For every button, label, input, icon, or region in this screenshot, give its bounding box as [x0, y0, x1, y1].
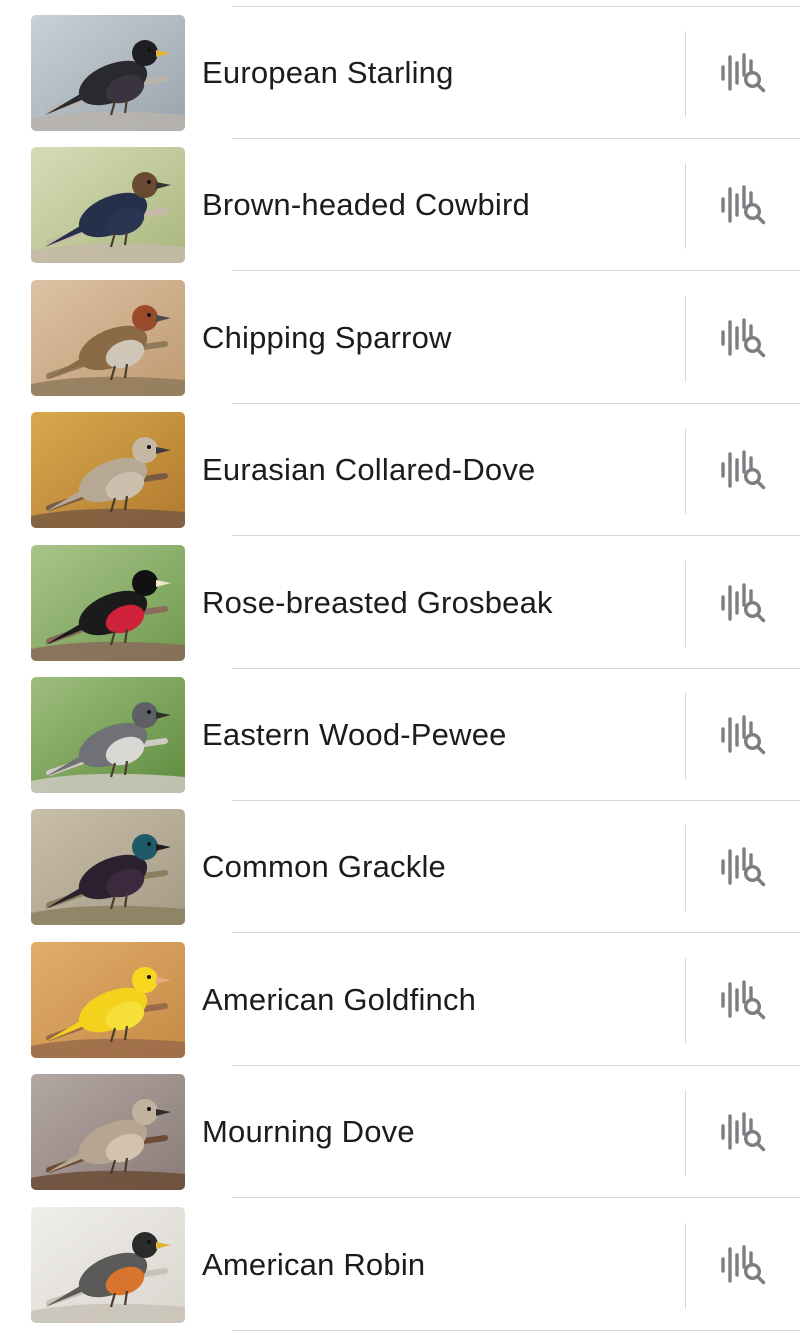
bird-list-item[interactable]: European Starling [0, 7, 800, 139]
bird-list-item[interactable]: American Robin [0, 1199, 800, 1331]
sound-search-button[interactable] [712, 1108, 772, 1156]
bird-photo-illustration [31, 147, 185, 264]
bird-photo [31, 544, 185, 661]
bird-photo-illustration [31, 809, 185, 926]
sound-search-icon [721, 847, 766, 887]
bird-name: American Goldfinch [202, 981, 477, 1017]
bird-list-item[interactable]: Chipping Sparrow [0, 272, 800, 404]
row-vertical-divider [685, 163, 686, 250]
bird-photo [31, 147, 185, 264]
sound-search-icon [721, 1244, 766, 1284]
bird-photo-illustration [31, 1206, 185, 1323]
bird-list-item[interactable]: Eurasian Collared-Dove [0, 404, 800, 537]
bird-list-item[interactable]: Eastern Wood-Pewee [0, 669, 800, 801]
sound-search-icon [721, 450, 766, 490]
bird-name: Eurasian Collared-Dove [202, 452, 536, 488]
bird-name: Brown-headed Cowbird [202, 187, 530, 223]
bird-name: Eastern Wood-Pewee [202, 717, 507, 752]
bird-photo [31, 941, 185, 1058]
bird-list-item[interactable]: Mourning Dove [0, 1066, 800, 1199]
sound-search-icon [721, 185, 766, 225]
bird-photo [31, 1206, 185, 1323]
row-vertical-divider [685, 560, 686, 647]
sound-search-button[interactable] [712, 579, 772, 627]
bird-photo-illustration [31, 279, 185, 396]
sound-search-button[interactable] [712, 1241, 772, 1289]
sound-search-button[interactable] [712, 843, 772, 891]
bird-photo-illustration [31, 544, 185, 661]
row-vertical-divider [685, 957, 686, 1044]
sound-search-icon [721, 318, 766, 357]
row-vertical-divider [685, 1222, 686, 1309]
row-vertical-divider [685, 295, 686, 382]
bird-photo [31, 677, 185, 793]
sound-search-icon [721, 980, 766, 1019]
sound-search-button[interactable] [712, 181, 772, 229]
bird-name: Common Grackle [202, 849, 446, 885]
row-vertical-divider [685, 825, 686, 912]
sound-search-icon [721, 1112, 766, 1152]
sound-search-button[interactable] [712, 49, 772, 97]
bird-photo-illustration [31, 15, 185, 131]
row-vertical-divider [685, 693, 686, 779]
sound-search-button[interactable] [712, 314, 772, 362]
row-vertical-divider [685, 31, 686, 117]
sound-search-button[interactable] [712, 711, 772, 759]
sound-search-icon [721, 582, 766, 622]
bird-photo [31, 1074, 185, 1191]
bird-photo-illustration [31, 677, 185, 793]
bird-name: American Robin [202, 1246, 426, 1282]
row-vertical-divider [685, 1090, 686, 1177]
row-vertical-divider [685, 428, 686, 515]
sound-search-button[interactable] [712, 976, 772, 1024]
bird-photo [31, 412, 185, 529]
bird-photo-illustration [31, 1074, 185, 1191]
bird-name: Chipping Sparrow [202, 319, 452, 355]
bird-photo [31, 279, 185, 396]
bird-name: Rose-breasted Grosbeak [202, 584, 553, 620]
sound-search-button[interactable] [712, 446, 772, 494]
sound-search-icon [721, 53, 766, 93]
bird-list-item[interactable]: American Goldfinch [0, 934, 800, 1066]
bird-photo [31, 15, 185, 131]
bird-name: European Starling [202, 55, 454, 90]
bird-photo [31, 809, 185, 926]
bird-list-item[interactable]: Common Grackle [0, 801, 800, 934]
bird-photo-illustration [31, 412, 185, 529]
row-divider [232, 1329, 800, 1331]
bird-list-item[interactable]: Rose-breasted Grosbeak [0, 537, 800, 669]
bird-list-item[interactable]: Brown-headed Cowbird [0, 139, 800, 272]
bird-photo-illustration [31, 941, 185, 1058]
sound-search-icon [721, 715, 766, 755]
bird-list: European Starling Brown-headed Cowbird C… [0, 0, 800, 1331]
bird-name: Mourning Dove [202, 1114, 415, 1150]
